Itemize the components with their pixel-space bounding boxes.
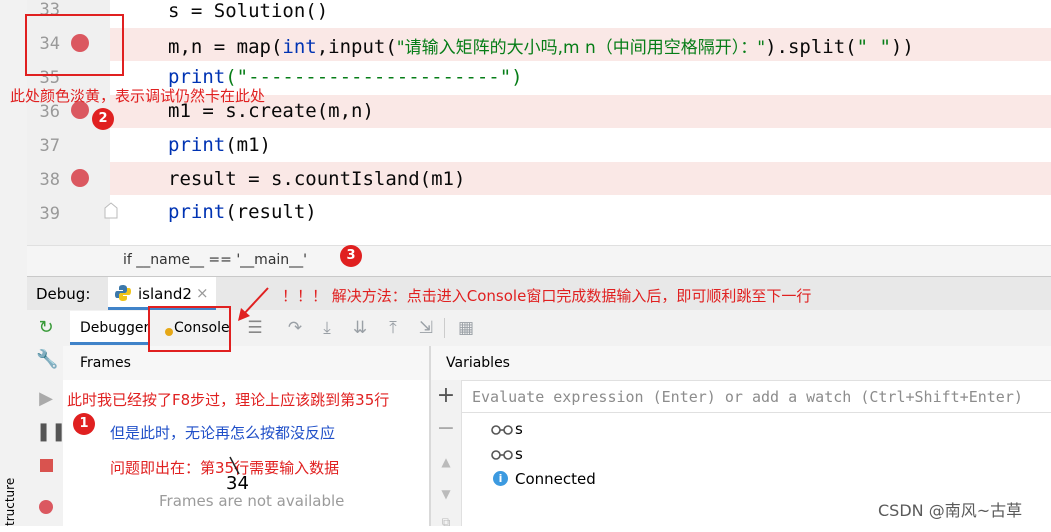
duplicate-watch-icon[interactable]: ⧉ bbox=[436, 512, 456, 532]
fold-marker-icon[interactable] bbox=[103, 202, 119, 220]
line-number: 38 bbox=[39, 170, 60, 190]
breakpoint-icon[interactable] bbox=[71, 169, 89, 187]
wrench-icon[interactable]: 🔧 bbox=[36, 350, 58, 370]
pause-icon[interactable]: ❚❚ bbox=[36, 422, 66, 442]
breadcrumb[interactable]: if __name__ == '__main__' bbox=[123, 252, 307, 268]
code-line-34: m,n = map(int,input("请输入矩阵的大小吗,m n（中间用空格… bbox=[168, 36, 914, 58]
toolbar-divider bbox=[444, 318, 445, 338]
move-up-icon[interactable]: ▲ bbox=[436, 452, 456, 472]
code-line-39: print(result) bbox=[168, 201, 317, 223]
annotation-handwritten-number: 34 bbox=[226, 473, 249, 494]
debug-side-toolbar bbox=[27, 310, 64, 526]
frames-title: Frames bbox=[80, 355, 131, 371]
tab-debugger-label: Debugger bbox=[80, 320, 150, 336]
add-watch-icon[interactable]: + bbox=[436, 385, 456, 407]
code-line-38: result = s.countIsland(m1) bbox=[168, 168, 466, 190]
variable-name[interactable]: s bbox=[515, 420, 523, 438]
structure-tool-label[interactable]: tructure bbox=[3, 478, 25, 526]
resume-icon[interactable]: ▶ bbox=[36, 389, 56, 409]
structure-tool-strip bbox=[0, 0, 28, 526]
annotation-box-line34 bbox=[25, 14, 124, 76]
step-out-icon[interactable]: ⤒ bbox=[383, 318, 403, 338]
step-over-icon[interactable]: ↷ bbox=[285, 318, 305, 338]
debug-title: Debug: bbox=[36, 285, 91, 303]
annotation-f8-note: 此时我已经按了F8步过，理论上应该跳到第35行 bbox=[67, 391, 390, 409]
watermark: CSDN @南风~古草 bbox=[878, 501, 1023, 520]
annotation-arrow-icon bbox=[238, 287, 269, 321]
step-into-my-code-icon[interactable]: ⇊ bbox=[350, 318, 370, 338]
evaluate-expression-icon[interactable]: ▦ bbox=[456, 318, 476, 338]
remove-watch-icon[interactable]: − bbox=[436, 418, 456, 440]
frames-empty-text: Frames are not available bbox=[159, 492, 345, 510]
line-number: 37 bbox=[39, 136, 60, 156]
info-icon: i bbox=[493, 471, 508, 486]
move-down-icon[interactable]: ▼ bbox=[436, 484, 456, 504]
stop-icon[interactable] bbox=[36, 456, 56, 476]
connected-status: Connected bbox=[515, 470, 596, 488]
debug-session-label: island2 bbox=[138, 285, 192, 303]
python-icon bbox=[115, 285, 131, 301]
run-to-cursor-icon[interactable]: ⇲ bbox=[416, 318, 436, 338]
variable-name[interactable]: s bbox=[515, 445, 523, 463]
annotation-box-console bbox=[148, 306, 231, 352]
watch-placeholder: Evaluate expression (Enter) or add a wat… bbox=[472, 388, 1023, 406]
code-line-37: print(m1) bbox=[168, 134, 271, 156]
annotation-solution: ！！！ 解决方法：点击进入Console窗口完成数据输入后，即可顺利跳至下一行 bbox=[282, 287, 812, 305]
step-into-icon[interactable]: ⤓ bbox=[317, 318, 337, 338]
close-icon[interactable]: × bbox=[196, 284, 209, 302]
variables-title: Variables bbox=[446, 355, 510, 371]
rerun-icon[interactable]: ↻ bbox=[36, 318, 56, 338]
watch-glasses-icon bbox=[491, 450, 513, 460]
watch-glasses-icon bbox=[491, 425, 513, 435]
annotation-note-color: 此处颜色淡黄，表示调试仍然卡在此处 bbox=[10, 87, 266, 105]
code-line-33: s = Solution() bbox=[168, 0, 329, 22]
annotation-circle-1: 1 bbox=[73, 413, 95, 435]
annotation-no-response: 但是此时，无论再怎么按都没反应 bbox=[110, 424, 336, 442]
annotation-circle-2: 2 bbox=[92, 108, 114, 130]
view-breakpoints-icon[interactable] bbox=[36, 497, 56, 517]
annotation-problem: 问题即出在：第35行需要输入数据 bbox=[110, 459, 340, 477]
variables-header bbox=[431, 346, 1051, 381]
annotation-circle-3: 3 bbox=[340, 245, 362, 267]
line-number: 39 bbox=[39, 204, 60, 224]
